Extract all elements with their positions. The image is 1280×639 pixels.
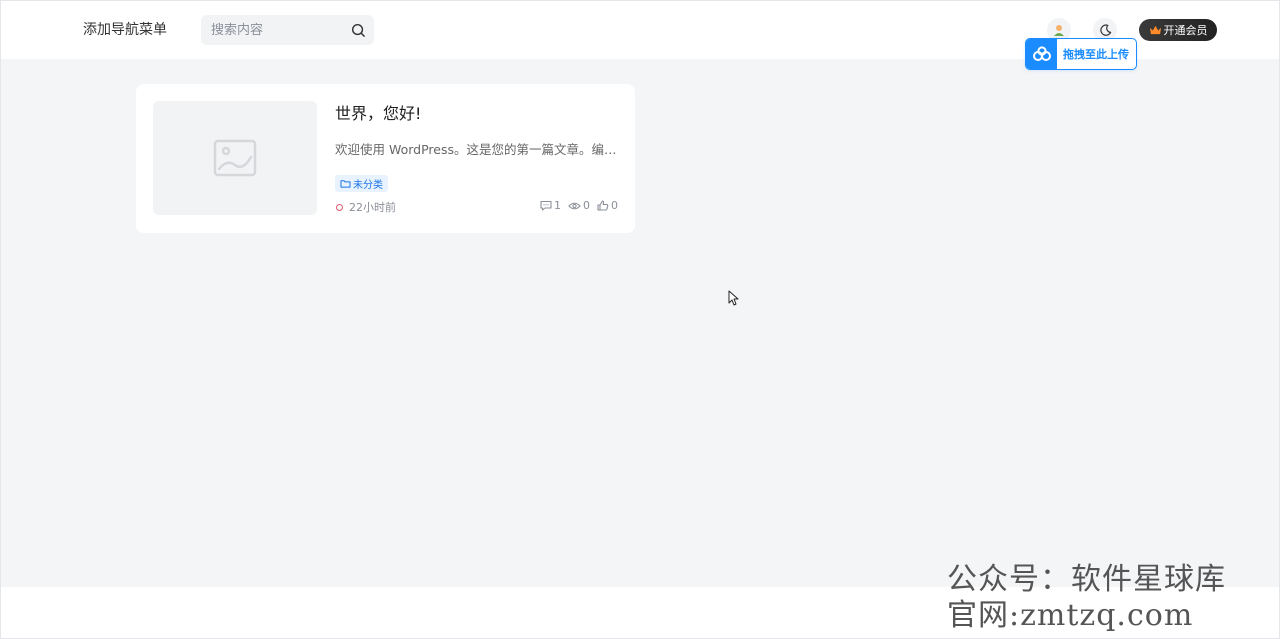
search-box [201, 15, 374, 45]
moon-icon [1099, 23, 1111, 36]
post-thumbnail[interactable] [153, 101, 317, 215]
category-tag[interactable]: 未分类 [335, 175, 388, 192]
watermark-line-1: 公众号：软件星球库 [947, 562, 1226, 597]
image-placeholder-icon [213, 139, 257, 177]
baidu-upload-widget[interactable]: 拖拽至此上传 [1025, 38, 1137, 70]
post-stats: 1 0 0 [533, 199, 618, 212]
comments-stat[interactable]: 1 [540, 199, 561, 212]
post-title[interactable]: 世界，您好! [335, 100, 421, 124]
crown-icon [1149, 25, 1161, 34]
main-content: 世界，您好! 欢迎使用 WordPress。这是您的第一篇文章。编辑… 未分类 … [1, 59, 1279, 587]
post-time-label: 22小时前 [349, 201, 396, 214]
nav-menu-link[interactable]: 添加导航菜单 [83, 19, 167, 39]
watermark-line-2: 官网:zmtzq.com [947, 598, 1194, 633]
thumbs-up-icon [597, 200, 609, 211]
likes-stat[interactable]: 0 [597, 199, 618, 212]
views-stat: 0 [568, 199, 590, 212]
comment-icon [540, 200, 552, 211]
mouse-cursor-icon [728, 290, 739, 306]
upload-label: 拖拽至此上传 [1063, 48, 1129, 61]
category-label: 未分类 [353, 180, 383, 191]
post-time: 22小时前 [336, 199, 396, 215]
views-count: 0 [583, 199, 590, 212]
time-dot-icon [336, 203, 343, 211]
browser-viewport: 添加导航菜单 开通会员 [0, 0, 1280, 639]
cloud-upload-icon [1026, 39, 1057, 69]
post-excerpt: 欢迎使用 WordPress。这是您的第一篇文章。编辑… [335, 142, 619, 157]
search-icon[interactable] [348, 20, 368, 40]
comments-count: 1 [554, 199, 561, 212]
search-input[interactable] [201, 15, 341, 45]
eye-icon [568, 202, 581, 209]
post-card: 世界，您好! 欢迎使用 WordPress。这是您的第一篇文章。编辑… 未分类 … [136, 84, 635, 233]
watermark: 公众号：软件星球库 官网:zmtzq.com [947, 562, 1280, 634]
vip-button[interactable]: 开通会员 [1139, 19, 1217, 41]
likes-count: 0 [611, 199, 618, 212]
user-avatar-icon [1054, 25, 1064, 36]
folder-icon [340, 180, 351, 188]
vip-button-label: 开通会员 [1163, 24, 1208, 37]
